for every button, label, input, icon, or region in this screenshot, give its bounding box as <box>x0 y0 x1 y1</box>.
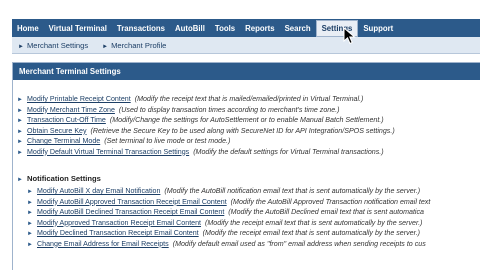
notification-link[interactable]: Modify Declined Transaction Receipt Emai… <box>37 229 199 237</box>
setting-description: (Modify the receipt text that is mailed/… <box>134 95 364 103</box>
nav-transactions[interactable]: Transactions <box>112 19 170 37</box>
setting-description: (Used to display transaction times accor… <box>118 105 340 114</box>
setting-link[interactable]: Obtain Secure Key <box>27 127 87 135</box>
setting-description: (Set terminal to live mode or test mode.… <box>104 137 231 145</box>
nav-reports[interactable]: Reports <box>240 19 279 37</box>
nav-support[interactable]: Support <box>358 19 398 37</box>
arrow-bullet-icon: ► <box>102 43 109 50</box>
notification-link[interactable]: Modify AutoBill X day Email Notification <box>37 187 160 195</box>
panel-title: Merchant Terminal Settings <box>13 63 480 80</box>
setting-description: (Modify the default settings for Virtual… <box>193 147 384 156</box>
list-item: ► Obtain Secure Key (Retrieve the Secure K… <box>17 126 395 137</box>
notification-description: (Modify the AutoBill notification email … <box>164 187 421 195</box>
main-nav: Home Virtual Terminal Transactions AutoB… <box>12 19 480 37</box>
nav-search[interactable]: Search <box>280 19 316 37</box>
list-item: ► Modify Approved Transaction Receipt Ema… <box>27 218 430 229</box>
subnav-merchant-profile[interactable]: ► Merchant Profile <box>102 41 166 50</box>
list-item: ► Change Terminal Mode (Set terminal to li… <box>17 136 395 147</box>
list-item: ► Modify AutoBill X day Email Notificatio… <box>27 186 430 197</box>
setting-link[interactable]: Modify Printable Receipt Content <box>27 95 131 103</box>
nav-virtual-terminal[interactable]: Virtual Terminal <box>44 19 112 37</box>
arrow-bullet-icon: ► <box>17 139 23 145</box>
notification-description: (Modify the AutoBill Declined email text… <box>228 208 424 216</box>
notification-description: (Modify the AutoBill Approved Transactio… <box>230 197 431 206</box>
arrow-bullet-icon: ► <box>17 149 23 156</box>
notification-link[interactable]: Change Email Address for Email Receipts <box>37 240 169 248</box>
subnav-label: Merchant Settings <box>26 40 89 50</box>
terminal-settings-list: ► Modify Printable Receipt Content (Modify… <box>17 94 395 157</box>
arrow-bullet-icon: ► <box>27 231 33 237</box>
nav-tools[interactable]: Tools <box>210 19 240 37</box>
notification-settings-heading: ► Notification Settings <box>17 174 101 183</box>
mouse-pointer-icon <box>343 27 356 45</box>
setting-link[interactable]: Change Terminal Mode <box>27 137 100 145</box>
notification-settings-title: Notification Settings <box>27 174 101 183</box>
top-margin <box>0 0 480 19</box>
setting-link[interactable]: Transaction Cut-Off Time <box>27 116 106 124</box>
setting-link[interactable]: Modify Default Virtual Terminal Transact… <box>27 148 189 156</box>
arrow-bullet-icon: ► <box>17 177 23 183</box>
arrow-bullet-icon: ► <box>27 189 33 195</box>
arrow-bullet-icon: ► <box>17 118 23 124</box>
setting-description: (Retrieve the Secure Key to be used alon… <box>90 126 395 135</box>
notification-link[interactable]: Modify AutoBill Declined Transaction Rec… <box>37 208 224 216</box>
list-item: ► Modify Merchant Time Zone (Used to displ… <box>17 105 395 116</box>
notification-description: (Modify default email used as "from" ema… <box>172 239 426 248</box>
notification-description: (Modify the receipt email text that is s… <box>205 218 423 227</box>
notification-link[interactable]: Modify AutoBill Approved Transaction Rec… <box>37 198 227 206</box>
setting-description: (Modify/Change the settings for AutoSett… <box>109 116 384 124</box>
list-item: ► Modify Default Virtual Terminal Transac… <box>17 147 395 158</box>
subnav-merchant-settings[interactable]: ► Merchant Settings <box>18 41 88 50</box>
arrow-bullet-icon: ► <box>18 43 24 50</box>
list-item: ► Modify Printable Receipt Content (Modify… <box>17 94 395 105</box>
list-item: ► Modify AutoBill Approved Transaction Re… <box>27 197 430 208</box>
list-item: ► Change Email Address for Email Receipts… <box>27 239 430 250</box>
list-item: ► Transaction Cut-Off Time (Modify/Change … <box>17 115 395 126</box>
notification-settings-list: ► Modify AutoBill X day Email Notificatio… <box>27 186 430 249</box>
arrow-bullet-icon: ► <box>27 210 33 216</box>
nav-autobill[interactable]: AutoBill <box>170 19 210 37</box>
nav-home[interactable]: Home <box>12 19 44 37</box>
arrow-bullet-icon: ► <box>17 97 23 103</box>
list-item: ► Modify AutoBill Declined Transaction Re… <box>27 207 430 218</box>
subnav-label: Merchant Profile <box>111 40 167 50</box>
notification-description: (Modify the receipt email text that is s… <box>202 229 421 237</box>
sub-nav: ► Merchant Settings ► Merchant Profile <box>12 37 480 54</box>
list-item: ► Modify Declined Transaction Receipt Ema… <box>27 228 430 239</box>
notification-link[interactable]: Modify Approved Transaction Receipt Emai… <box>37 219 201 227</box>
setting-link[interactable]: Modify Merchant Time Zone <box>27 106 115 114</box>
arrow-bullet-icon: ► <box>27 241 33 248</box>
